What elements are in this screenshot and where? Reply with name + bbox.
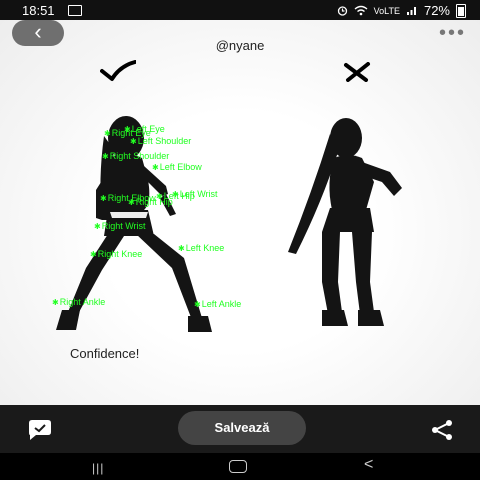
username-handle: @nyane <box>215 38 265 53</box>
bottom-action-bar: Salvează <box>0 405 480 453</box>
cross-icon <box>344 62 370 82</box>
status-bar: 18:51 VoLTE 72% <box>0 0 480 20</box>
keypoint-label: Left Shoulder <box>130 136 192 146</box>
keypoint-label: Left Wrist <box>172 189 218 199</box>
chat-icon[interactable] <box>26 419 54 441</box>
keypoint-label: Left Eye <box>124 124 165 134</box>
keypoint-label: Right Ankle <box>52 297 106 307</box>
status-icons: VoLTE 72% <box>337 3 466 18</box>
keypoint-label: Right Shoulder <box>102 151 170 161</box>
keypoint-label: Right Hip <box>128 197 173 207</box>
right-pose-photo <box>288 118 402 326</box>
alarm-icon <box>337 6 347 16</box>
battery-icon <box>456 3 466 18</box>
system-nav-bar: ||| < <box>0 453 480 480</box>
signal-icon <box>406 7 416 15</box>
check-icon <box>100 60 136 81</box>
keypoint-label: Right Knee <box>90 249 143 259</box>
keypoint-label: Left Ankle <box>194 299 242 309</box>
save-button[interactable]: Salvează <box>178 411 306 445</box>
home-button[interactable] <box>229 460 247 473</box>
status-time: 18:51 <box>22 3 55 18</box>
wifi-icon <box>354 5 368 16</box>
battery-percent: 72% <box>423 3 450 18</box>
keypoint-label: Left Elbow <box>152 162 202 172</box>
keypoint-label: Left Knee <box>178 243 225 253</box>
caption-text: Confidence! <box>70 346 140 361</box>
network-label: VoLTE <box>373 5 400 16</box>
recent-apps-button[interactable]: ||| <box>92 461 104 475</box>
keypoint-label: Right Wrist <box>94 221 146 231</box>
share-icon[interactable] <box>430 419 454 441</box>
system-back-button[interactable]: < <box>364 456 373 474</box>
image-icon <box>68 5 82 16</box>
pose-card: ‹ ••• @nyane Right Eye Left Eye Left Sho… <box>0 20 480 405</box>
